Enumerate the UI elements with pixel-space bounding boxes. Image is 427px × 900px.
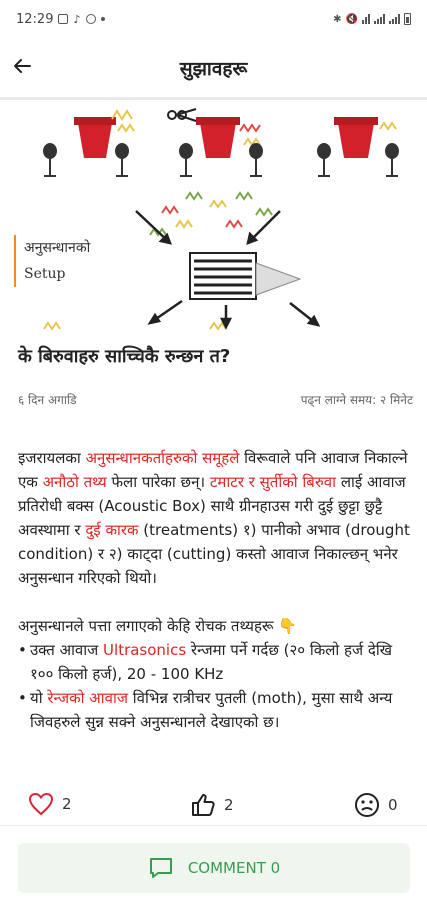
text-run: उक्त आवाज — [30, 641, 104, 659]
neutral-count: 0 — [388, 796, 398, 814]
thumbs-up-icon — [192, 794, 215, 816]
read-time: पढ्न लाग्ने समय: २ मिनेट — [300, 393, 413, 407]
comment-icon — [149, 858, 172, 878]
list-item: यो रेन्जको आवाज विभिन्न रात्रीचर पुतली (… — [18, 686, 410, 734]
like-count: 2 — [62, 795, 72, 813]
highlight-text: Ultrasonics — [103, 641, 187, 659]
highlight-text: रेन्जको आवाज — [47, 689, 128, 707]
acoustic-analyzer — [189, 252, 302, 300]
like-button[interactable]: 2 — [28, 792, 72, 816]
paragraph-1: इजरायलका अनुसन्धानकर्ताहरुको समूहले विरू… — [18, 446, 410, 590]
page-title: सुझावहरू — [179, 57, 248, 80]
content-fade — [0, 740, 427, 778]
article-body: इजरायलका अनुसन्धानकर्ताहरुको समूहले विरू… — [18, 446, 410, 776]
tiktok-icon: ♪ — [73, 12, 81, 26]
scissors-icon — [167, 108, 197, 122]
more-notifications-icon — [100, 17, 105, 21]
gallery-icon — [58, 14, 69, 24]
list-item: उक्त आवाज Ultrasonics रेन्जमा पर्ने गर्द… — [18, 638, 410, 686]
comment-button[interactable]: COMMENT 0 — [18, 843, 410, 893]
thumbs-up-button[interactable]: 2 — [190, 792, 234, 818]
hero-caption-line1: अनुसन्धानको — [24, 240, 91, 256]
status-bar: 12:29 ♪ ✱ 🔇 — [0, 0, 427, 38]
article-meta: ६ दिन अगाडि पढ्न लाग्ने समय: २ मिनेट — [18, 391, 413, 408]
highlight-text: अनुसन्धानकर्ताहरुको समूहले — [85, 449, 240, 467]
neutral-face-icon — [355, 793, 379, 817]
thumbs-up-count: 2 — [224, 796, 234, 814]
facts-list: उक्त आवाज Ultrasonics रेन्जमा पर्ने गर्द… — [18, 638, 410, 734]
signal-icon — [374, 14, 385, 24]
plant-pot-right — [334, 117, 378, 158]
comment-label: COMMENT 0 — [187, 859, 281, 877]
reaction-bar: 2 2 0 — [0, 786, 427, 826]
highlight-text: दुई कारक — [85, 521, 139, 539]
posted-time: ६ दिन अगाडि — [18, 393, 77, 407]
status-time: 12:29 — [16, 11, 54, 27]
article-title: के बिरुवाहरु साच्चिकै रुन्छन त? — [18, 346, 231, 367]
app-bar: सुझावहरू — [0, 38, 427, 100]
hero-caption-line2: Setup — [24, 266, 66, 282]
text-run: इजरायलका — [18, 449, 86, 467]
paragraph-2-intro: अनुसन्धानले पत्ता लगाएको केहि रोचक तथ्यह… — [18, 617, 298, 635]
plant-pot-center — [196, 117, 240, 158]
text-run: यो — [30, 689, 48, 707]
signal-2-icon — [389, 14, 400, 24]
text-run: फेला पारेका छन्। — [106, 473, 210, 491]
battery-icon — [404, 13, 411, 25]
bluetooth-icon: ✱ — [333, 13, 342, 25]
heart-icon — [28, 792, 54, 816]
hero-caption: अनुसन्धानको Setup — [14, 235, 90, 287]
wifi-icon — [362, 14, 370, 24]
neutral-button[interactable]: 0 — [354, 792, 398, 818]
plant-pot-left — [74, 117, 116, 158]
mute-icon: 🔇 — [345, 13, 358, 25]
arrow-left-icon — [14, 59, 31, 73]
highlight-text: टमाटर र सुर्तीको बिरुवा — [209, 473, 337, 491]
highlight-text: अनौठो तथ्य — [42, 473, 107, 491]
back-button[interactable] — [6, 50, 38, 82]
research-setup-illustration — [43, 108, 399, 331]
sync-icon — [85, 14, 96, 24]
hero-illustration: अनुसन्धानको Setup — [0, 103, 427, 335]
